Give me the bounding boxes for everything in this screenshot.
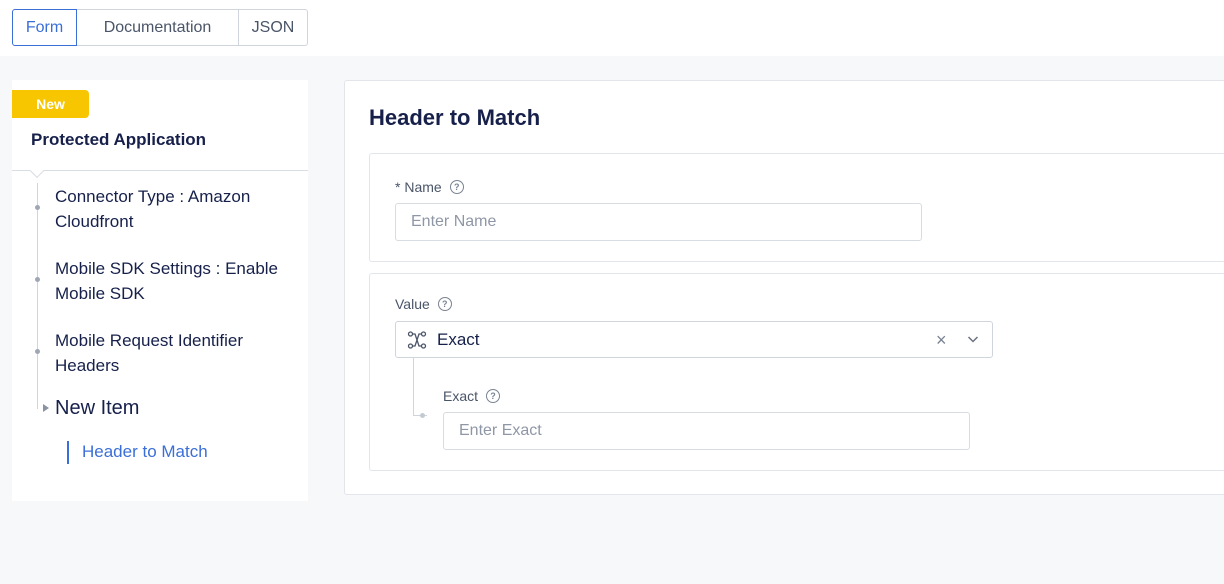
help-icon[interactable]: ? [486, 389, 501, 403]
sidebar-item-header-to-match[interactable]: Header to Match [82, 442, 208, 462]
sidebar-item-new-item[interactable]: New Item [55, 397, 139, 420]
exact-input[interactable] [443, 412, 970, 450]
tree-dot [35, 277, 40, 282]
sidebar-divider [12, 170, 308, 171]
name-input[interactable] [395, 203, 922, 241]
nest-connector [413, 358, 414, 415]
value-type-select[interactable]: Exact × [395, 321, 993, 358]
value-field-label: Value ? [395, 296, 452, 312]
name-label-text: * Name [395, 179, 442, 195]
chevron-down-icon[interactable] [966, 332, 980, 346]
sidebar-item-connector-type[interactable]: Connector Type : Amazon Cloudfront [55, 184, 300, 234]
view-tabs: Form Documentation JSON [12, 9, 308, 46]
sidebar-title: Protected Application [31, 130, 207, 149]
sidebar: New Protected Application Connector Type… [12, 80, 308, 501]
name-field-label: * Name ? [395, 179, 464, 195]
sidebar-notch [29, 163, 45, 179]
exact-field-label: Exact ? [443, 388, 501, 404]
tab-form[interactable]: Form [12, 9, 77, 46]
sidebar-item-mobile-sdk-settings[interactable]: Mobile SDK Settings : Enable Mobile SDK [55, 256, 300, 306]
value-label-text: Value [395, 296, 430, 312]
sidebar-active-indicator [67, 441, 69, 464]
exact-label-text: Exact [443, 388, 479, 404]
new-badge: New [12, 90, 89, 118]
name-section: * Name ? [369, 153, 1224, 262]
tab-documentation[interactable]: Documentation [77, 9, 239, 46]
tree-line [37, 183, 38, 409]
value-section: Value ? Exact × Exact ? [369, 273, 1224, 471]
top-bar: Form Documentation JSON [0, 0, 1224, 56]
tree-dot [35, 205, 40, 210]
branch-icon [407, 330, 427, 349]
tab-json[interactable]: JSON [239, 9, 308, 46]
page-title: Header to Match [369, 105, 541, 130]
sidebar-item-mobile-request-headers[interactable]: Mobile Request Identifier Headers [55, 328, 300, 378]
help-icon[interactable]: ? [437, 297, 452, 311]
tree-dot [35, 349, 40, 354]
tree-caret-icon [43, 404, 49, 412]
select-value: Exact [437, 329, 480, 349]
nest-dot [420, 413, 425, 418]
help-icon[interactable]: ? [449, 180, 464, 194]
close-icon[interactable]: × [936, 330, 947, 351]
main-panel: Header to Match * Name ? Value ? Exact × [344, 80, 1224, 495]
